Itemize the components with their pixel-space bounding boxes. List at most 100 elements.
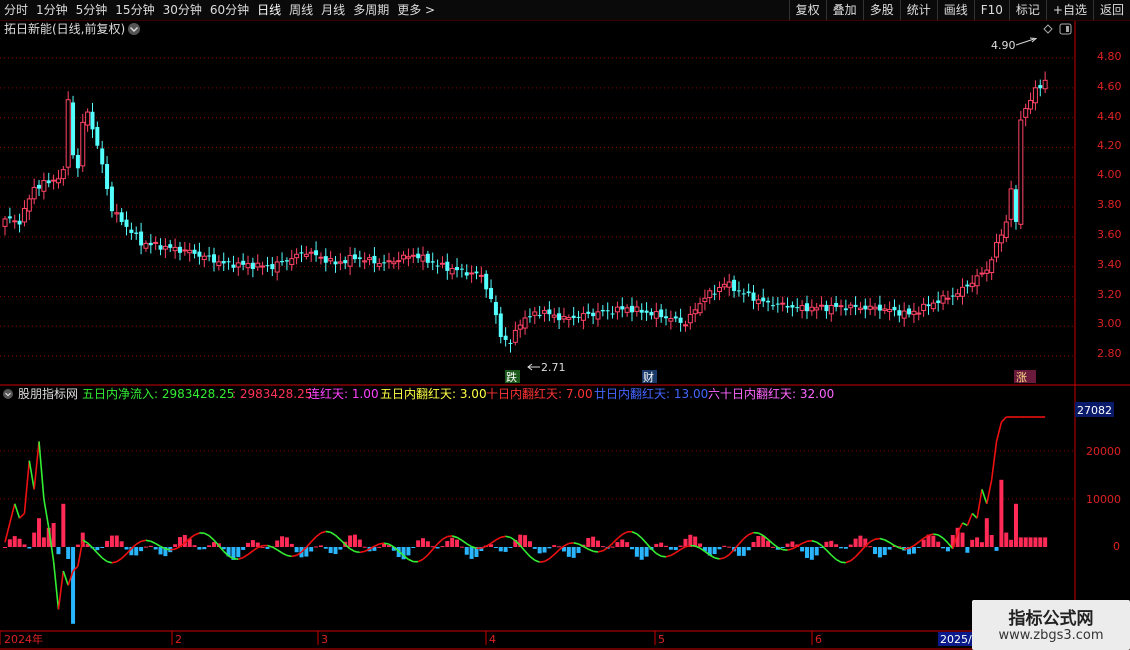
candle-body: [522, 317, 528, 329]
diamond-icon[interactable]: [1043, 24, 1053, 34]
mark-button[interactable]: 标记: [1008, 0, 1046, 20]
candle-body: [41, 180, 47, 192]
indicator-bar: [265, 547, 270, 549]
net-flow-segment: [101, 557, 108, 563]
candle-body: [21, 207, 27, 223]
indicator-bar: [32, 532, 37, 547]
candle-body: [37, 184, 42, 189]
indicator-bar: [858, 535, 863, 547]
candle-body: [766, 300, 771, 303]
net-flow-segment: [816, 541, 823, 547]
indicator-bar: [1018, 537, 1023, 547]
net-flow-segment: [106, 560, 113, 564]
net-flow-segment: [825, 549, 832, 556]
period-tab-weekly[interactable]: 周线: [285, 0, 317, 20]
net-flow-segment: [354, 550, 360, 554]
candle-body: [770, 305, 775, 307]
indicator-bar: [634, 547, 639, 557]
indicator-bar: [250, 540, 255, 547]
indicator-bar: [800, 547, 805, 552]
period-tab-more[interactable]: 更多 >: [393, 0, 439, 20]
candle-body: [741, 293, 746, 295]
candle-body: [386, 260, 392, 263]
candle-body: [1023, 108, 1029, 118]
candle-body: [527, 316, 532, 318]
period-tab-15min[interactable]: 15分钟: [111, 0, 158, 20]
indicator-header: 股朋指标网 五日内净流入: 2983428.25 : 2983428.25 连红…: [3, 386, 834, 401]
f10-button[interactable]: F10: [973, 0, 1009, 20]
fall-marker[interactable]: 跌: [505, 370, 520, 384]
candle-body: [1042, 79, 1048, 90]
period-tab-30min[interactable]: 30分钟: [159, 0, 206, 20]
indicator-bar: [294, 547, 299, 553]
net-flow-segment: [661, 555, 667, 558]
stats-button[interactable]: 统计: [899, 0, 937, 20]
indicator-bar: [241, 547, 246, 550]
net-flow-segment: [23, 460, 31, 514]
indicator-bar: [547, 547, 552, 549]
candle-body: [221, 261, 226, 264]
net-flow-segment: [714, 557, 720, 560]
indicator-bar: [3, 547, 7, 548]
candle-body: [746, 291, 751, 294]
candle-body: [314, 250, 319, 256]
candle-body: [250, 262, 255, 270]
candle-body: [969, 282, 975, 288]
indicator-bar: [654, 543, 659, 547]
draw-line-button[interactable]: 画线: [936, 0, 974, 20]
candle-body: [235, 262, 241, 268]
candle-body: [100, 148, 105, 165]
period-tab-intraday[interactable]: 分时: [0, 0, 32, 20]
net-flow-segment: [437, 538, 443, 545]
indicator-bar: [668, 547, 673, 550]
candle-body: [177, 246, 182, 253]
net-flow-segment: [52, 561, 60, 610]
back-button[interactable]: 返回: [1092, 0, 1130, 20]
indicator-bar: [284, 537, 289, 547]
indicator-bar: [873, 547, 878, 555]
indicator-bar: [630, 547, 634, 550]
net-flow-segment: [165, 548, 171, 551]
period-tab-60min[interactable]: 60分钟: [206, 0, 253, 20]
candle-body: [372, 255, 377, 264]
candle-body: [551, 314, 557, 318]
net-flow-segment: [529, 555, 536, 561]
adjust-button[interactable]: 复权: [788, 0, 826, 20]
indicator-bar: [532, 547, 537, 549]
overlay-button[interactable]: 叠加: [825, 0, 863, 20]
indicator-bar: [56, 547, 61, 555]
candle-body: [270, 264, 275, 270]
candle-body: [1032, 87, 1038, 104]
add-watchlist-button[interactable]: +自选: [1045, 0, 1093, 20]
period-tab-1min[interactable]: 1分钟: [32, 0, 72, 20]
candle-body: [187, 249, 193, 254]
candle-body: [707, 290, 713, 299]
period-tab-daily[interactable]: 日线: [253, 0, 285, 20]
finance-marker[interactable]: 财: [642, 370, 657, 384]
candle-body: [586, 311, 591, 314]
stock-title: 拓日新能(日线,前复权): [4, 21, 125, 36]
indicator-bar: [114, 535, 119, 547]
legend-5day-red: 五日内翻红天: 3.00: [380, 386, 487, 401]
panel-toggle-icon[interactable]: [1059, 23, 1072, 35]
candle-body: [308, 251, 314, 254]
net-flow-segment: [155, 542, 161, 548]
candle-body: [576, 316, 581, 318]
indicator-bar: [868, 546, 873, 548]
net-flow-segment: [62, 570, 69, 586]
period-tab-monthly[interactable]: 月线: [317, 0, 349, 20]
indicator-menu-icon[interactable]: [3, 389, 13, 399]
net-flow-segment: [738, 538, 745, 545]
candle-body: [532, 311, 538, 316]
net-flow-segment: [743, 533, 750, 540]
candle-body: [936, 300, 941, 304]
period-tab-multi[interactable]: 多周期: [349, 0, 393, 20]
rise-marker[interactable]: 涨: [1014, 370, 1036, 384]
multi-stock-button[interactable]: 多股: [862, 0, 900, 20]
net-flow-segment: [359, 550, 365, 554]
chevron-down-icon[interactable]: [128, 23, 140, 35]
period-tab-5min[interactable]: 5分钟: [72, 0, 112, 20]
candle-body: [347, 255, 353, 267]
price-tick-420: 4.20: [1097, 139, 1122, 152]
candle-body: [799, 305, 805, 311]
